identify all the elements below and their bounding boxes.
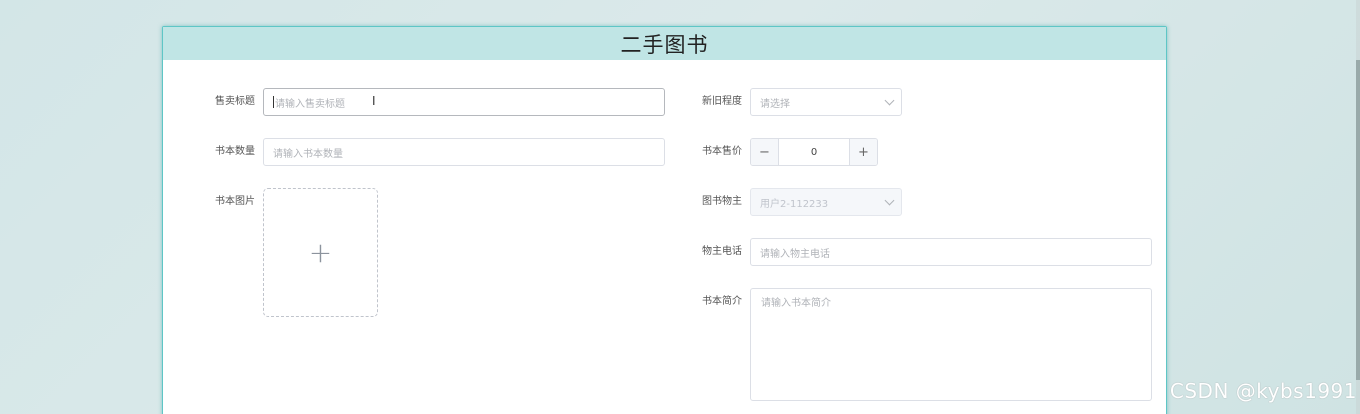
- condition-placeholder: 请选择: [760, 98, 790, 110]
- plus-icon: +: [308, 235, 333, 269]
- quantity-input[interactable]: 请输入书本数量: [263, 138, 665, 166]
- quantity-label: 书本数量: [215, 146, 255, 157]
- card-header: 二手图书: [163, 27, 1166, 60]
- price-label: 书本售价: [702, 146, 742, 157]
- owner-value: 用户2-112233: [760, 198, 829, 210]
- quantity-placeholder: 请输入书本数量: [273, 148, 343, 160]
- scrollbar-thumb[interactable]: [1356, 60, 1360, 380]
- decrement-button[interactable]: −: [751, 139, 779, 165]
- chevron-down-icon: [884, 195, 895, 206]
- sale-title-placeholder: 请输入售卖标题: [275, 98, 345, 110]
- condition-label: 新旧程度: [702, 96, 742, 107]
- phone-label: 物主电话: [702, 246, 742, 257]
- intro-placeholder: 请输入书本简介: [761, 298, 831, 309]
- watermark: CSDN @kybs1991: [1169, 379, 1357, 403]
- image-label: 书本图片: [215, 196, 255, 207]
- owner-select[interactable]: 用户2-112233: [750, 188, 902, 216]
- price-stepper[interactable]: − 0 +: [750, 138, 878, 166]
- intro-textarea[interactable]: 请输入书本简介: [750, 288, 1152, 401]
- condition-select[interactable]: 请选择: [750, 88, 902, 116]
- phone-placeholder: 请输入物主电话: [760, 248, 830, 260]
- sale-title-input[interactable]: 请输入售卖标题: [263, 88, 665, 116]
- intro-label: 书本简介: [702, 296, 742, 307]
- chevron-down-icon: [884, 95, 895, 106]
- page-title: 二手图书: [620, 32, 709, 57]
- scrollbar[interactable]: [1356, 0, 1360, 414]
- owner-label: 图书物主: [702, 196, 742, 207]
- price-value[interactable]: 0: [779, 139, 849, 165]
- sale-title-label: 售卖标题: [215, 96, 255, 107]
- phone-input[interactable]: 请输入物主电话: [750, 238, 1152, 266]
- image-upload[interactable]: +: [263, 188, 378, 317]
- form-card: 二手图书 售卖标题 请输入售卖标题 I 书本数量 请输入书本数量 书本图片 + …: [162, 26, 1167, 414]
- ibeam-cursor-icon: I: [372, 94, 376, 108]
- increment-button[interactable]: +: [849, 139, 877, 165]
- text-caret: [273, 96, 274, 108]
